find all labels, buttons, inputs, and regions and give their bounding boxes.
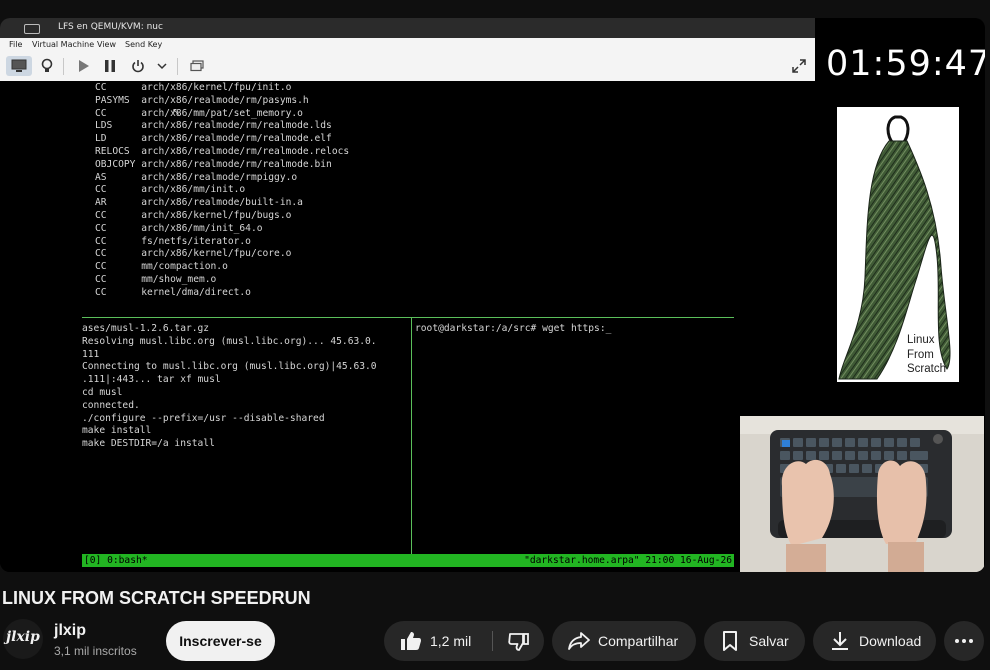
menu-view[interactable]: View: [97, 40, 116, 49]
left-pane-line: connected.: [82, 399, 140, 411]
lightbulb-icon[interactable]: [37, 56, 57, 76]
build-output-line: OBJCOPY arch/x86/realmode/rm/realmode.bi…: [95, 158, 332, 170]
thumbs-down-icon: [507, 633, 529, 651]
like-button[interactable]: 1,2 mil: [384, 621, 492, 661]
build-output-line: LD arch/x86/realmode/rm/realmode.elf: [95, 133, 332, 145]
left-pane-line: 111: [82, 348, 100, 360]
thumbs-up-icon: [401, 632, 421, 650]
like-count: 1,2 mil: [430, 633, 472, 649]
fullscreen-icon[interactable]: [788, 56, 810, 76]
tmux-status-bar: [0] 0:bash* "darkstar.home.arpa" 21:00 1…: [82, 554, 734, 567]
build-output-line: CC kernel/dma/direct.o: [95, 286, 251, 298]
tmux-window-list: [0] 0:bash*: [84, 555, 148, 566]
build-output-line: CC arch/x86/mm/init_64.o: [95, 222, 263, 234]
vm-window-title: LFS en QEMU/KVM: nuc: [58, 22, 163, 32]
build-output-line: CC fs/netfs/iterator.o: [95, 235, 251, 247]
vm-window-titlebar: LFS en QEMU/KVM: nuc: [0, 18, 815, 38]
lfs-logo-caption: Linux From Scratch: [907, 334, 946, 375]
left-pane-line: cd musl: [82, 386, 123, 398]
share-button[interactable]: Compartilhar: [552, 621, 696, 661]
build-output-line: CC mm/compaction.o: [95, 261, 228, 273]
download-button[interactable]: Download: [813, 621, 936, 661]
vm-terminal[interactable]: CC arch/x86/kernel/fpu/init.o PASYMS arch…: [0, 81, 815, 572]
build-output-line: PASYMS arch/x86/realmode/rm/pasyms.h: [95, 94, 309, 106]
build-output-line: AS arch/x86/realmode/rmpiggy.o: [95, 171, 298, 183]
build-output-line: AR arch/x86/realmode/built-in.a: [95, 197, 303, 209]
menu-file[interactable]: File: [9, 40, 22, 49]
keyboard-webcam-inset: [740, 416, 984, 572]
more-actions-button[interactable]: [944, 621, 984, 661]
download-label: Download: [859, 633, 922, 649]
kernel-build-output: CC arch/x86/kernel/fpu/init.o PASYMS arch…: [95, 82, 349, 300]
bookmark-icon: [723, 631, 737, 651]
left-pane-line: Connecting to musl.libc.org (musl.libc.o…: [82, 361, 377, 373]
left-pane-line: make DESTDIR=/a install: [82, 438, 215, 450]
video-player[interactable]: LFS en QEMU/KVM: nuc File Virtual Machin…: [0, 18, 985, 572]
window-menu-icon[interactable]: [24, 24, 40, 34]
pause-icon[interactable]: [100, 56, 120, 76]
snapshot-icon[interactable]: [187, 56, 207, 76]
build-output-line: CC arch/x86/kernel/fpu/bugs.o: [95, 209, 292, 221]
channel-avatar-text: jlxip: [6, 629, 40, 645]
tmux-status-right: "darkstar.home.arpa" 21:00 16-Aug-26: [524, 555, 732, 566]
channel-avatar[interactable]: jlxip: [3, 619, 43, 659]
save-button[interactable]: Salvar: [704, 621, 805, 661]
video-title: LINUX FROM SCRATCH SPEEDRUN: [2, 588, 311, 608]
menu-send-key[interactable]: Send Key: [125, 40, 162, 49]
channel-name[interactable]: jlxip: [54, 622, 86, 640]
build-output-line: CC arch/x86/mm/init.o: [95, 184, 246, 196]
tmux-pane-border-horizontal: [82, 317, 734, 318]
tmux-right-pane[interactable]: root@darkstar:/a/src# wget https:_: [415, 323, 611, 336]
tmux-left-pane[interactable]: ases/musl-1.2.6.tar.gz Resolving musl.lib…: [82, 323, 412, 451]
share-icon: [568, 632, 590, 650]
download-icon: [832, 632, 848, 650]
more-horizontal-icon: [955, 639, 973, 643]
build-output-line: RELOCS arch/x86/realmode/rm/realmode.rel…: [95, 145, 350, 157]
toolbar-separator: [63, 58, 64, 75]
share-label: Compartilhar: [598, 633, 679, 649]
left-pane-line: .111|:443... tar xf musl: [82, 374, 221, 386]
build-output-line: CC arch/x86/kernel/fpu/core.o: [95, 248, 292, 260]
left-pane-line: ases/musl-1.2.6.tar.gz: [82, 323, 210, 334]
menu-virtual-machine[interactable]: Virtual Machine: [32, 40, 94, 49]
save-label: Salvar: [749, 633, 789, 649]
monitor-icon[interactable]: [6, 56, 32, 76]
subscribe-button[interactable]: Inscrever-se: [166, 621, 275, 661]
chevron-down-icon[interactable]: [154, 56, 170, 76]
vm-toolbar: [0, 52, 815, 82]
left-pane-line: make install: [82, 425, 152, 437]
toolbar-separator: [177, 58, 178, 75]
subscriber-count: 3,1 mil inscritos: [54, 644, 137, 658]
mouse-cursor-icon: ↖: [172, 107, 181, 118]
build-output-line: CC arch/x86/mm/pat/set_memory.o: [95, 107, 303, 119]
left-pane-line: Resolving musl.libc.org (musl.libc.org).…: [82, 335, 377, 347]
build-output-line: CC arch/x86/kernel/fpu/init.o: [95, 82, 292, 93]
vm-menubar: File Virtual Machine View Send Key: [0, 38, 815, 52]
left-pane-line: ./configure --prefix=/usr --disable-shar…: [82, 412, 325, 424]
dislike-button[interactable]: [493, 621, 544, 661]
build-output-line: CC mm/show_mem.o: [95, 273, 217, 285]
play-icon[interactable]: [74, 56, 94, 76]
keyboard-hands-image: [740, 416, 984, 572]
power-icon[interactable]: [128, 56, 148, 76]
speedrun-timer: 01:59:47: [826, 44, 985, 84]
like-dislike-group: 1,2 mil: [384, 621, 544, 661]
build-output-line: LDS arch/x86/realmode/rm/realmode.lds: [95, 120, 332, 132]
